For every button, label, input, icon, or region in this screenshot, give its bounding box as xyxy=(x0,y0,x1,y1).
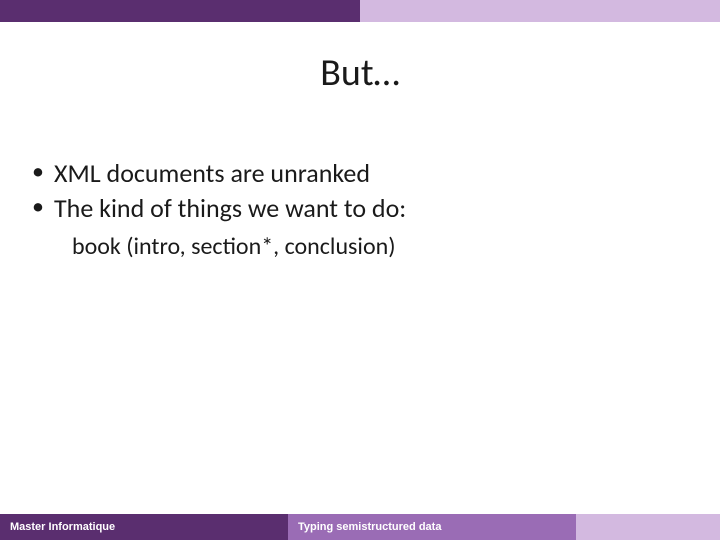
footer-bar: Master Informatique Typing semistructure… xyxy=(0,514,720,540)
header-bar-left xyxy=(0,0,360,22)
slide-title: But… xyxy=(0,50,720,96)
header-bar-right xyxy=(360,0,720,22)
slide-content: XML documents are unranked The kind of t… xyxy=(0,156,720,261)
bullet-item: XML documents are unranked xyxy=(28,156,720,191)
footer-center: Typing semistructured data xyxy=(288,514,576,540)
bullet-list: XML documents are unranked The kind of t… xyxy=(28,156,720,226)
header-bar xyxy=(0,0,720,22)
footer-left: Master Informatique xyxy=(0,514,288,540)
footer-right xyxy=(576,514,720,540)
bullet-item: The kind of things we want to do: xyxy=(28,191,720,226)
example-line: book (intro, section*, conclusion) xyxy=(28,232,720,261)
